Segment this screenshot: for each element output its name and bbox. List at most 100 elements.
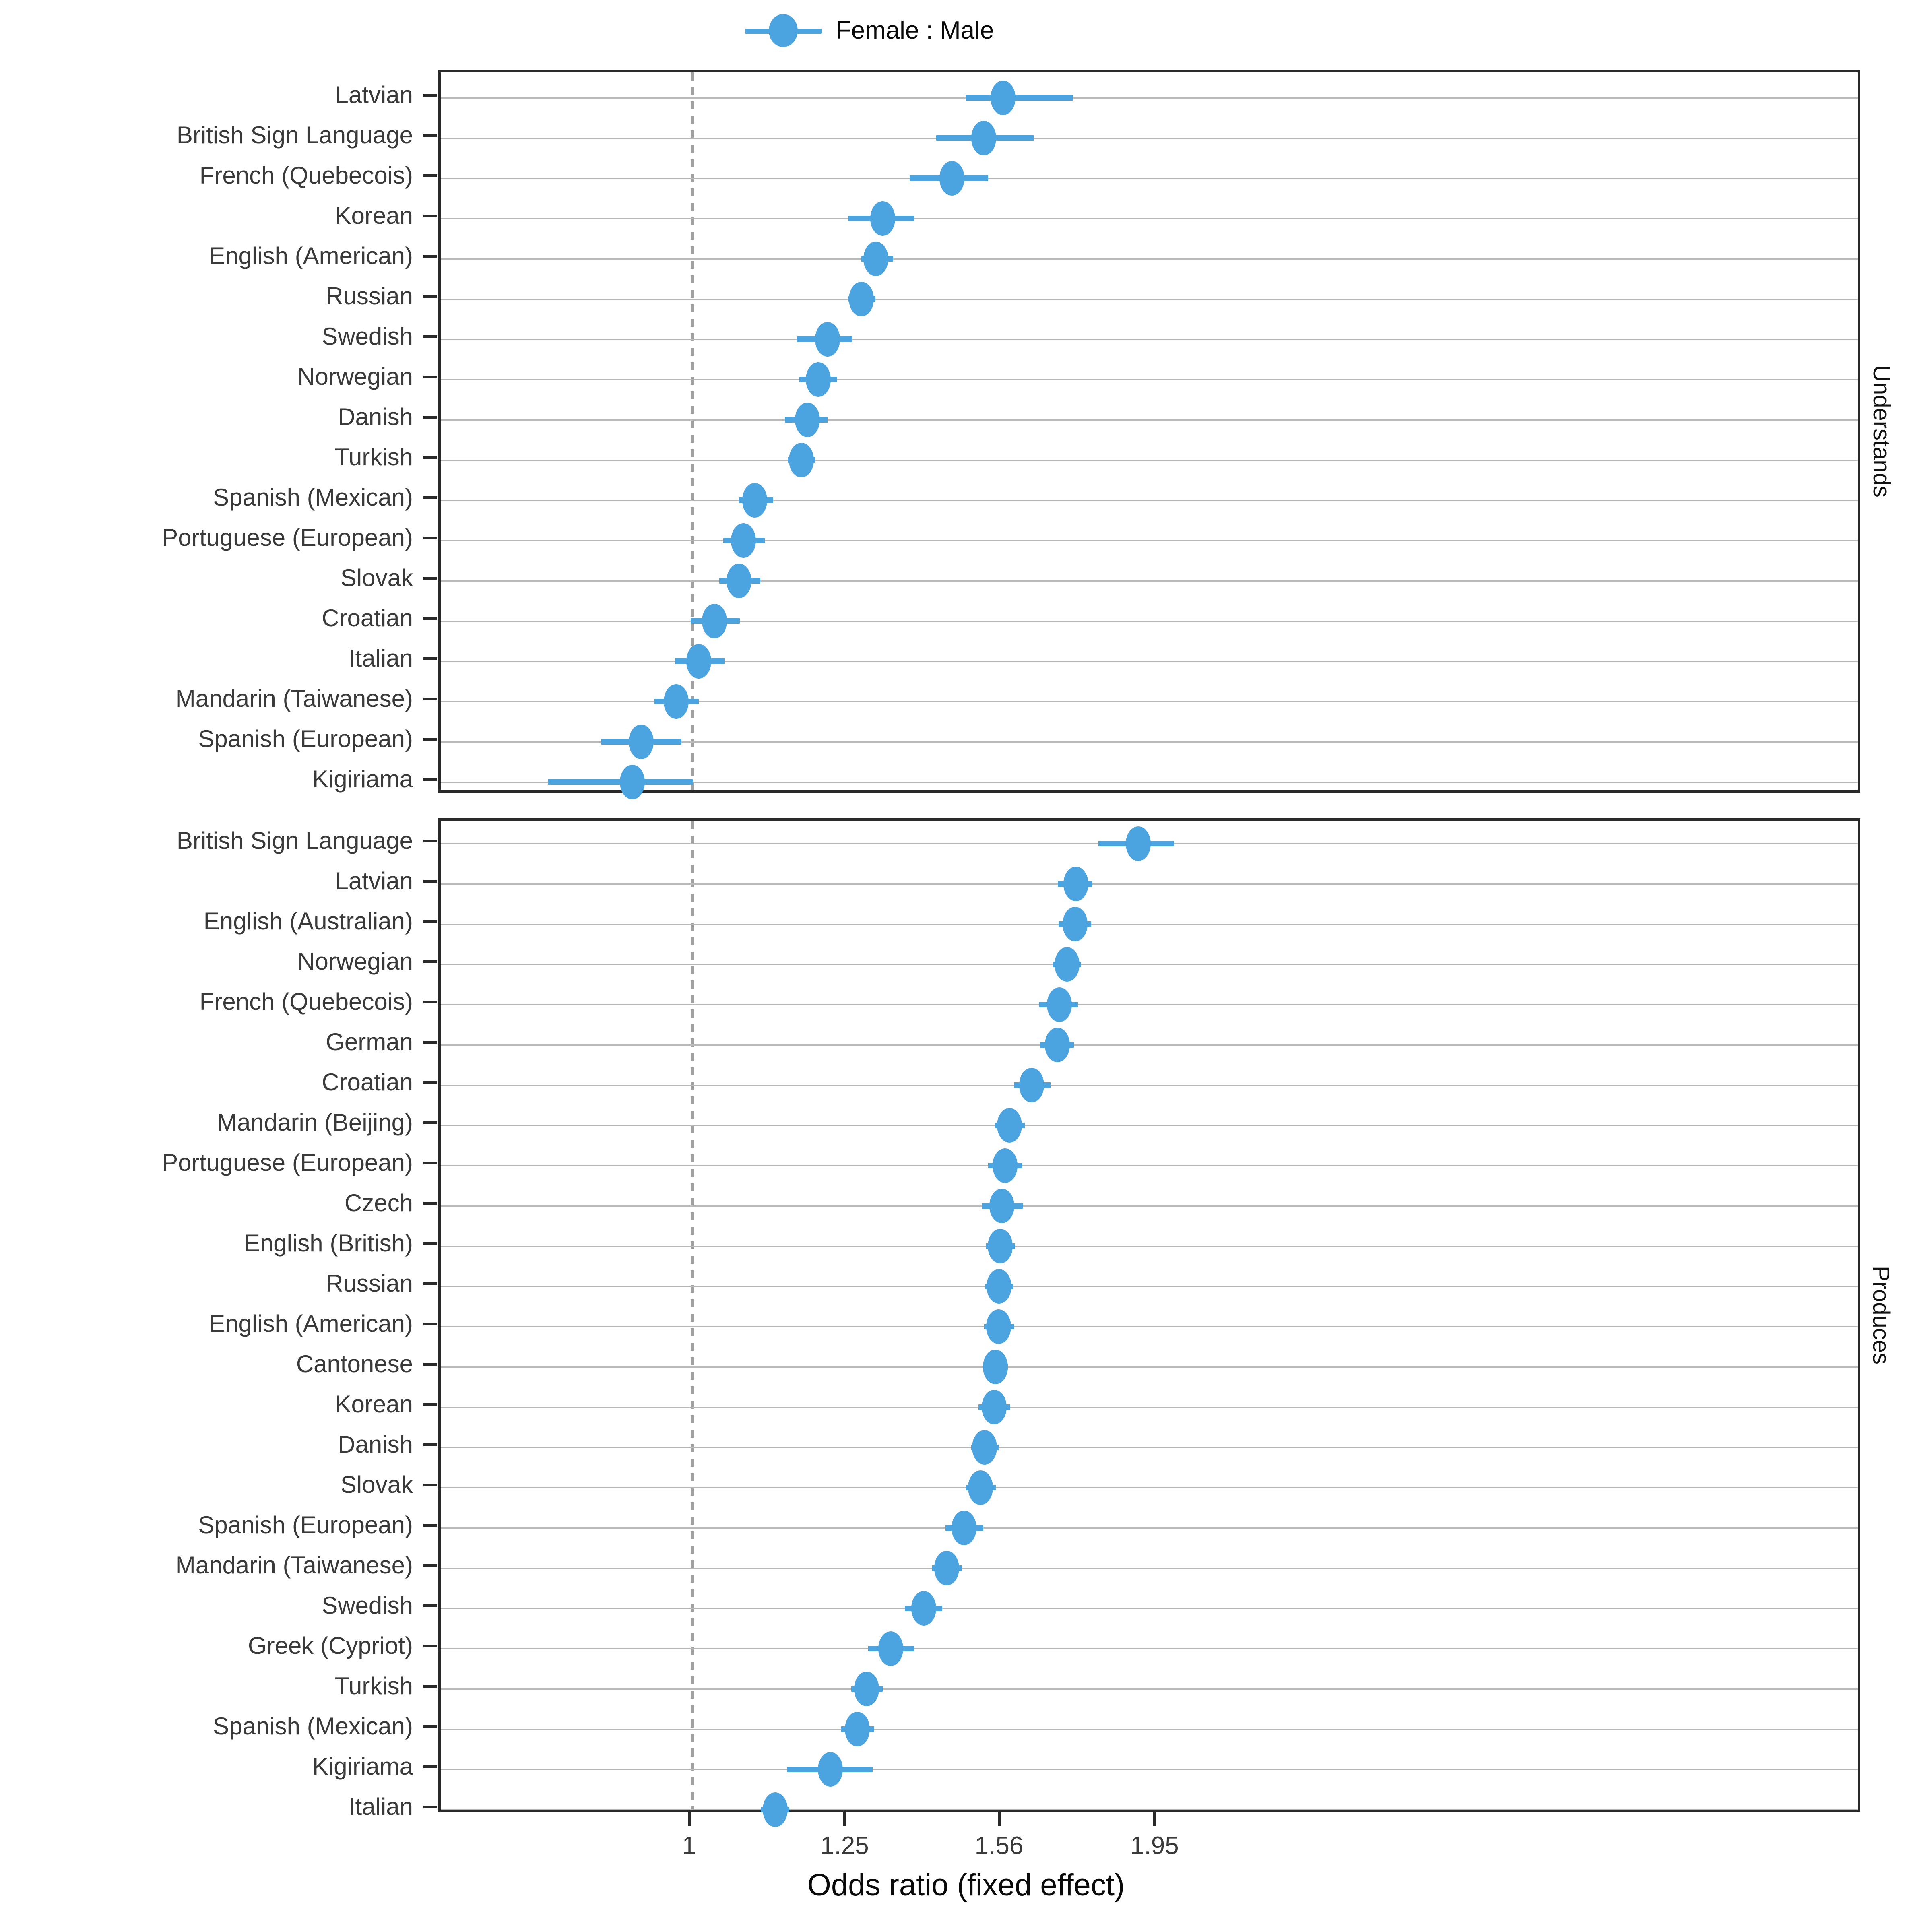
estimate-point [845, 1712, 870, 1746]
x-axis-tick [1153, 1812, 1156, 1826]
y-axis-tick [423, 617, 437, 620]
reference-line [691, 72, 694, 790]
gridline [441, 1527, 1858, 1529]
estimate-point [1063, 867, 1089, 901]
y-axis-label: Portuguese (European) [162, 524, 413, 551]
y-axis-label: Mandarin (Taiwanese) [175, 685, 413, 712]
y-axis-label: British Sign Language [176, 122, 413, 149]
y-axis-label: British Sign Language [176, 827, 413, 854]
y-axis-tick [423, 1725, 437, 1728]
gridline [441, 1366, 1858, 1368]
y-axis-tick [423, 1443, 437, 1446]
estimate-point [763, 1792, 788, 1827]
gridline [441, 299, 1858, 300]
strip-label-produces: Produces [1862, 818, 1901, 1812]
estimate-point [1125, 826, 1151, 861]
estimate-point [742, 483, 767, 518]
estimate-point [968, 1470, 993, 1505]
strip-text-understands: Understands [1868, 365, 1895, 497]
y-axis-tick [423, 657, 437, 660]
estimate-point [818, 1752, 843, 1787]
gridline [441, 419, 1858, 421]
y-axis-tick [423, 1162, 437, 1164]
y-axis-label: English (British) [244, 1230, 413, 1257]
y-axis-label: Croatian [322, 1069, 413, 1096]
y-axis-label: Croatian [322, 605, 413, 632]
estimate-point [870, 201, 896, 236]
y-axis-label: Slovak [340, 564, 413, 591]
y-axis-tick [423, 1765, 437, 1768]
y-axis-tick [423, 1323, 437, 1325]
x-axis-tick [843, 1812, 846, 1826]
y-axis-tick [423, 698, 437, 700]
gridline [441, 1085, 1858, 1086]
gridline [441, 218, 1858, 219]
gridline [441, 1608, 1858, 1609]
y-axis-tick [423, 738, 437, 741]
estimate-point [727, 564, 752, 598]
y-axis-tick [423, 880, 437, 883]
y-axis-tick [423, 577, 437, 580]
x-axis-tick [997, 1812, 1001, 1826]
y-axis-label: Slovak [340, 1471, 413, 1498]
strip-text-produces: Produces [1868, 1265, 1895, 1365]
gridline [441, 883, 1858, 885]
y-axis-label: Latvian [335, 867, 413, 894]
y-axis-tick [423, 1121, 437, 1124]
y-axis-label: Swedish [322, 1592, 413, 1619]
y-axis-label: Spanish (European) [198, 725, 413, 752]
gridline [441, 97, 1858, 99]
y-axis-tick [423, 1282, 437, 1285]
y-axis-tick [423, 416, 437, 419]
estimate-point [997, 1108, 1022, 1143]
gridline [441, 1447, 1858, 1448]
y-axis-tick [423, 1242, 437, 1245]
gridline [441, 1729, 1858, 1730]
y-axis-label: Norwegian [297, 363, 413, 390]
y-axis-tick [423, 456, 437, 459]
estimate-point [939, 161, 964, 196]
y-axis-tick [423, 335, 437, 338]
gridline [441, 964, 1858, 965]
estimate-point [1054, 947, 1080, 982]
estimate-point [972, 1430, 997, 1465]
estimate-point [619, 765, 645, 799]
gridline [441, 1286, 1858, 1287]
estimate-point [987, 1229, 1013, 1263]
y-axis-tick [423, 1081, 437, 1084]
legend-label: Female : Male [836, 16, 994, 44]
gridline [441, 1165, 1858, 1166]
y-axis-tick [423, 1604, 437, 1607]
y-axis-tick [423, 1685, 437, 1688]
gridline [441, 138, 1858, 139]
y-axis-label: Turkish [334, 1672, 413, 1699]
gridline [441, 1044, 1858, 1046]
y-axis-tick [423, 1484, 437, 1486]
estimate-point [878, 1631, 903, 1666]
estimate-point [806, 362, 831, 397]
y-axis-label: Mandarin (Beijing) [217, 1109, 413, 1136]
y-axis-tick [423, 1806, 437, 1808]
gridline [441, 580, 1858, 582]
estimate-point [1019, 1068, 1044, 1102]
estimate-point [854, 1672, 879, 1706]
strip-label-understands: Understands [1862, 70, 1901, 793]
gridline [441, 1205, 1858, 1207]
gridline [441, 379, 1858, 380]
gridline [441, 500, 1858, 501]
x-axis-tick-label: 1 [682, 1832, 696, 1860]
y-axis-label: Swedish [322, 323, 413, 350]
gridline [441, 460, 1858, 461]
y-axis-label: French (Quebecois) [199, 988, 413, 1015]
estimate-point [1044, 1028, 1070, 1062]
y-axis-label: Korean [335, 1391, 413, 1418]
gridline [441, 339, 1858, 340]
x-axis-tick [688, 1812, 691, 1826]
estimate-point [664, 684, 689, 719]
y-axis-label: English (American) [209, 1310, 413, 1337]
estimate-point [952, 1511, 977, 1545]
panel-understands [438, 70, 1860, 799]
estimate-point [983, 1350, 1008, 1384]
y-axis-tick [423, 376, 437, 378]
x-axis-tick-label: 1.56 [974, 1832, 1024, 1860]
